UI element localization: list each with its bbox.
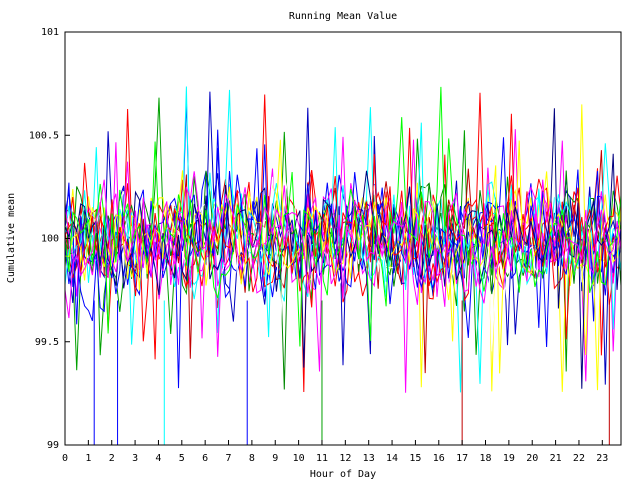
x-tick-label: 20 (526, 453, 538, 464)
y-axis-ticks: 99 99.5 100 100.5 101 (29, 27, 70, 451)
y-axis-label: Cumulative mean (6, 193, 17, 283)
x-tick-label: 6 (202, 453, 208, 464)
x-tick-label: 13 (363, 453, 375, 464)
x-tick-label: 14 (386, 453, 398, 464)
x-tick-label: 19 (503, 453, 515, 464)
x-axis-label: Hour of Day (310, 469, 376, 480)
x-tick-label: 0 (62, 453, 68, 464)
x-axis-ticks: 0 1 2 3 4 5 6 7 8 9 10 11 12 13 14 15 16 17 18 19 20 21 22 23 (62, 440, 608, 464)
y-tick-label: 101 (41, 27, 59, 38)
x-tick-label: 21 (550, 453, 562, 464)
y-tick-label: 100 (41, 234, 59, 245)
x-tick-label: 1 (85, 453, 91, 464)
x-tick-label: 16 (433, 453, 445, 464)
x-tick-label: 2 (109, 453, 115, 464)
x-tick-label: 18 (479, 453, 491, 464)
x-tick-label: 17 (456, 453, 468, 464)
x-tick-label: 3 (132, 453, 138, 464)
chart: 99 99.5 100 100.5 101 0 1 2 3 4 5 6 7 8 9 10 11 12 13 14 15… (0, 0, 640, 480)
x-tick-label: 15 (409, 453, 421, 464)
x-tick-label: 5 (179, 453, 185, 464)
y-tick-label: 99.5 (35, 337, 59, 348)
x-tick-label: 10 (293, 453, 305, 464)
series-layer (64, 86, 622, 393)
x-tick-label: 8 (249, 453, 255, 464)
x-tick-label: 11 (316, 453, 328, 464)
y-tick-label: 100.5 (29, 130, 59, 141)
y-tick-label: 99 (47, 440, 59, 451)
chart-svg: 9999.5100100.5101 0 1 2 3 4 5 6 7 8 9 10 11 12 13 14 15… (6, 11, 622, 480)
x-tick-label: 9 (272, 453, 278, 464)
x-tick-label: 4 (155, 453, 161, 464)
x-tick-label: 22 (573, 453, 585, 464)
x-tick-label: 23 (596, 453, 608, 464)
x-tick-label: 7 (226, 453, 232, 464)
chart-title: Running Mean Value (289, 11, 397, 22)
x-tick-label: 12 (339, 453, 351, 464)
